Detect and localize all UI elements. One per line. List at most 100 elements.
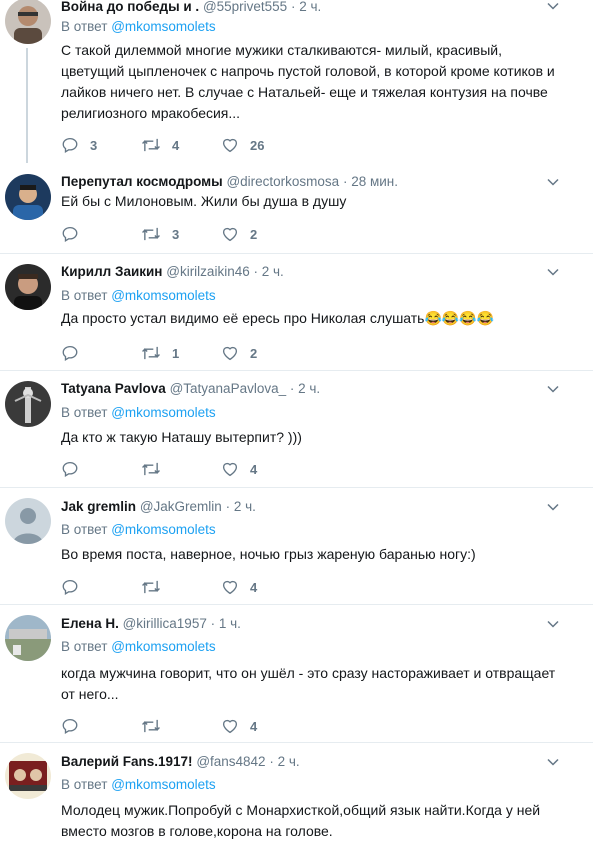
reply-button[interactable] bbox=[61, 577, 90, 597]
chevron-down-icon[interactable] bbox=[547, 268, 559, 276]
separator-dot: · bbox=[225, 499, 231, 514]
heart-icon bbox=[222, 227, 238, 242]
avatar[interactable] bbox=[5, 615, 51, 661]
reply-button[interactable] bbox=[61, 343, 90, 363]
timestamp[interactable]: 28 мин. bbox=[351, 174, 398, 189]
reply-icon bbox=[62, 345, 78, 361]
avatar[interactable] bbox=[5, 381, 51, 427]
chevron-down-icon[interactable] bbox=[547, 385, 559, 393]
mention-link[interactable]: @mkomsomolets bbox=[111, 19, 215, 34]
like-button[interactable]: 2 bbox=[221, 343, 257, 363]
handle[interactable]: @TatyanaPavlova_ bbox=[170, 381, 287, 396]
tweet-header: Валерий Fans.1917! @fans4842 · 2 ч. bbox=[61, 753, 543, 771]
chevron-down-icon[interactable] bbox=[547, 503, 559, 511]
retweet-icon bbox=[142, 462, 160, 476]
retweet-button[interactable] bbox=[141, 459, 172, 479]
timestamp[interactable]: 1 ч. bbox=[219, 616, 241, 631]
reply-icon bbox=[62, 137, 78, 153]
handle[interactable]: @directorkosmosa bbox=[226, 174, 339, 189]
separator-dot: · bbox=[253, 264, 258, 279]
reply-prefix: В ответ bbox=[61, 405, 108, 420]
tweet-text: Молодец мужик.Попробуй с Монархисткой,об… bbox=[61, 802, 541, 839]
like-button[interactable]: 4 bbox=[221, 716, 257, 736]
timestamp[interactable]: 2 ч. bbox=[298, 381, 320, 396]
separator-dot: · bbox=[342, 174, 348, 189]
like-button[interactable]: 4 bbox=[221, 459, 257, 479]
display-name[interactable]: Елена Н. bbox=[61, 616, 119, 631]
tweet[interactable]: Tatyana Pavlova @TatyanaPavlova_ · 2 ч. … bbox=[0, 371, 593, 488]
reply-context: В ответ @mkomsomolets bbox=[61, 18, 216, 36]
thread-line bbox=[26, 48, 28, 163]
reply-prefix: В ответ bbox=[61, 639, 108, 654]
tweet[interactable]: Перепутал космодромы @directorkosmosa · … bbox=[0, 158, 593, 254]
like-count: 4 bbox=[250, 461, 258, 477]
mention-link[interactable]: @mkomsomolets bbox=[111, 522, 215, 537]
reply-icon bbox=[62, 461, 78, 477]
display-name[interactable]: Перепутал космодромы bbox=[61, 174, 223, 189]
retweet-button[interactable] bbox=[141, 577, 172, 597]
mention-link[interactable]: @mkomsomolets bbox=[111, 639, 215, 654]
separator-dot: · bbox=[290, 0, 296, 14]
reply-button[interactable]: 3 bbox=[61, 135, 97, 155]
tweet-text-body: Да просто устал видимо её ересь про Нико… bbox=[61, 310, 425, 326]
avatar[interactable] bbox=[5, 174, 51, 220]
avatar[interactable] bbox=[5, 0, 51, 44]
tweet-text: С такой дилеммой многие мужики сталкиваю… bbox=[61, 42, 555, 121]
reply-count: 3 bbox=[90, 137, 98, 153]
like-button[interactable]: 26 bbox=[221, 135, 264, 155]
reply-context: В ответ @mkomsomolets bbox=[61, 776, 216, 794]
avatar[interactable] bbox=[5, 264, 51, 310]
retweet-button[interactable] bbox=[141, 716, 172, 736]
retweet-count: 3 bbox=[172, 226, 180, 242]
handle[interactable]: @fans4842 bbox=[196, 754, 265, 769]
timestamp[interactable]: 2 ч. bbox=[234, 499, 256, 514]
heart-icon bbox=[222, 462, 238, 477]
display-name[interactable]: Tatyana Pavlova bbox=[61, 381, 166, 396]
mention-link[interactable]: @mkomsomolets bbox=[111, 405, 215, 420]
tweet[interactable]: Елена Н. @kirillica1957 · 1 ч. В ответ @… bbox=[0, 605, 593, 743]
display-name[interactable]: Война до победы и . bbox=[61, 0, 199, 14]
retweet-button[interactable]: 3 bbox=[141, 224, 179, 244]
timestamp[interactable]: 2 ч. bbox=[299, 0, 321, 14]
like-count: 4 bbox=[250, 718, 258, 734]
tweet[interactable]: Jak gremlin @JakGremlin · 2 ч. В ответ @… bbox=[0, 488, 593, 605]
like-button[interactable]: 2 bbox=[221, 224, 257, 244]
retweet-icon bbox=[142, 227, 160, 241]
reply-button[interactable] bbox=[61, 459, 90, 479]
reply-button[interactable] bbox=[61, 716, 90, 736]
display-name[interactable]: Jak gremlin bbox=[61, 499, 136, 514]
tweet-header: Tatyana Pavlova @TatyanaPavlova_ · 2 ч. bbox=[61, 380, 543, 398]
reply-button[interactable] bbox=[61, 224, 90, 244]
retweet-icon bbox=[142, 719, 160, 733]
tweet-text: когда мужчина говорит, что он ушёл - это… bbox=[61, 665, 556, 702]
like-button[interactable]: 4 bbox=[221, 577, 257, 597]
handle[interactable]: @JakGremlin bbox=[140, 499, 222, 514]
mention-link[interactable]: @mkomsomolets bbox=[111, 777, 215, 792]
retweet-icon bbox=[142, 580, 160, 594]
retweet-button[interactable]: 1 bbox=[141, 343, 179, 363]
chevron-down-icon[interactable] bbox=[547, 2, 559, 10]
mention-link[interactable]: @mkomsomolets bbox=[111, 288, 215, 303]
like-count: 4 bbox=[250, 579, 258, 595]
tweet-header: Jak gremlin @JakGremlin · 2 ч. bbox=[61, 498, 543, 516]
tweet-text: Да кто ж такую Наташу вытерпит? ))) bbox=[61, 429, 302, 445]
tweet[interactable]: Война до победы и . @55privet555 · 2 ч. … bbox=[0, 0, 593, 163]
chevron-down-icon[interactable] bbox=[547, 178, 559, 186]
display-name[interactable]: Валерий Fans.1917! bbox=[61, 754, 193, 769]
tweet-header: Кирилл Заикин @kirilzaikin46 · 2 ч. bbox=[61, 263, 543, 281]
handle[interactable]: @kirillica1957 bbox=[123, 616, 207, 631]
avatar[interactable] bbox=[5, 753, 51, 799]
display-name[interactable]: Кирилл Заикин bbox=[61, 264, 162, 279]
timestamp[interactable]: 2 ч. bbox=[278, 754, 300, 769]
avatar[interactable] bbox=[5, 498, 51, 544]
timestamp[interactable]: 2 ч. bbox=[262, 264, 284, 279]
handle[interactable]: @kirilzaikin46 bbox=[166, 264, 249, 279]
handle[interactable]: @55privet555 bbox=[203, 0, 287, 14]
chevron-down-icon[interactable] bbox=[547, 758, 559, 766]
separator-dot: · bbox=[210, 616, 216, 631]
chevron-down-icon[interactable] bbox=[547, 620, 559, 628]
tweet[interactable]: Кирилл Заикин @kirilzaikin46 · 2 ч. В от… bbox=[0, 254, 593, 371]
tweet[interactable]: Валерий Fans.1917! @fans4842 · 2 ч. В от… bbox=[0, 743, 593, 849]
tweet-text: Во время поста, наверное, ночью грыз жар… bbox=[61, 546, 476, 562]
retweet-button[interactable]: 4 bbox=[141, 135, 179, 155]
